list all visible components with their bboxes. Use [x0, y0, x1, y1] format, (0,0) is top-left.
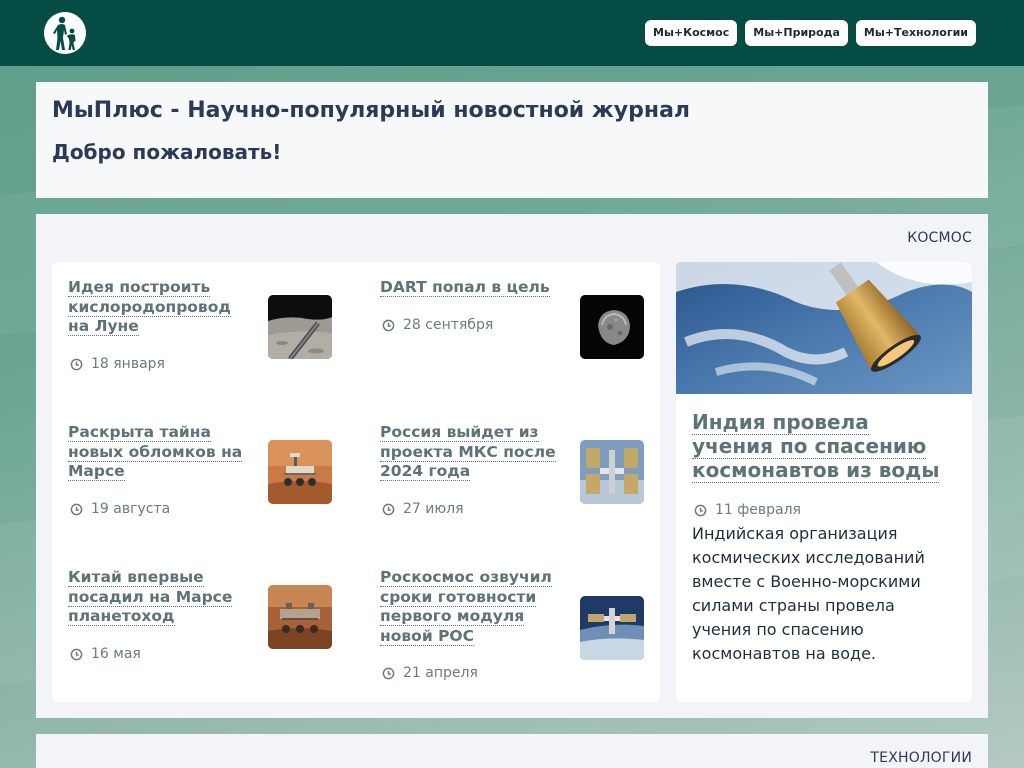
section-label-technology[interactable]: ТЕХНОЛОГИИ [870, 750, 972, 766]
zhurong-rover-thumbnail[interactable] [268, 585, 332, 649]
list-item: Раскрыта тайна новых обломков на Марсе 1… [68, 423, 348, 553]
list-item: Россия выйдет из проекта МКС после 2024 … [380, 423, 660, 553]
article-title-link[interactable]: Китай впервые посадил на Марсе планетохо… [68, 568, 250, 627]
featured-article-description: Индийская организация космических исслед… [692, 524, 925, 663]
article-date: 28 сентября [382, 317, 493, 333]
article-title-link[interactable]: DART попал в цель [380, 278, 562, 298]
article-title-link[interactable]: Россия выйдет из проекта МКС после 2024 … [380, 423, 562, 482]
nav-button-technology[interactable]: Мы+Технологии [855, 20, 976, 46]
intro-card: МыПлюс - Научно-популярный новостной жур… [36, 82, 988, 198]
nav-button-space[interactable]: Мы+Космос [645, 20, 738, 46]
article-date: 16 мая [70, 646, 141, 662]
article-date: 21 апреля [382, 665, 478, 681]
clock-icon [382, 503, 395, 515]
article-date: 18 января [70, 356, 165, 372]
nav-button-nature[interactable]: Мы+Природа [745, 20, 848, 46]
article-title-link[interactable]: Роскосмос озвучил сроки готовности перво… [380, 568, 562, 646]
article-title-link[interactable]: Идея построить кислородопровод на Луне [68, 278, 250, 337]
clock-icon [382, 319, 395, 331]
article-date: 19 августа [70, 501, 170, 517]
technology-section: ТЕХНОЛОГИИ [36, 734, 988, 768]
featured-article-card: Индия провела учения по спасению космона… [676, 262, 972, 702]
mars-rover-thumbnail[interactable] [268, 440, 332, 504]
moon-pipeline-thumbnail[interactable] [268, 295, 332, 359]
article-list-card: Идея построить кислородопровод на Луне 1… [52, 262, 660, 702]
clock-icon [694, 504, 707, 516]
clock-icon [382, 667, 395, 679]
clock-icon [70, 358, 83, 370]
list-item: Роскосмос озвучил сроки готовности перво… [380, 568, 660, 698]
section-nav: Мы+Космос Мы+Природа Мы+Технологии [645, 20, 976, 46]
section-label-space[interactable]: КОСМОС [907, 230, 972, 246]
space-station-thumbnail[interactable] [580, 596, 644, 660]
list-item: Идея построить кислородопровод на Луне 1… [68, 278, 348, 408]
clock-icon [70, 648, 83, 660]
article-title-link[interactable]: Раскрыта тайна новых обломков на Марсе [68, 423, 250, 482]
spacecraft-over-earth-image[interactable] [676, 262, 972, 394]
welcome-heading: Добро пожаловать! [52, 140, 282, 164]
asteroid-thumbnail[interactable] [580, 295, 644, 359]
parent-child-logo-icon[interactable] [44, 12, 86, 54]
list-item: Китай впервые посадил на Марсе планетохо… [68, 568, 348, 698]
list-item: DART попал в цель 28 сентября [380, 278, 660, 408]
article-date: 27 июля [382, 501, 464, 517]
featured-article-title-link[interactable]: Индия провела учения по спасению космона… [692, 410, 956, 483]
top-navbar: Мы+Космос Мы+Природа Мы+Технологии [0, 0, 1024, 66]
clock-icon [70, 503, 83, 515]
featured-article-date: 11 февраля [694, 502, 801, 518]
site-title: МыПлюс - Научно-популярный новостной жур… [52, 98, 691, 123]
space-section: КОСМОС Идея построить кислородопровод на… [36, 214, 988, 718]
iss-thumbnail[interactable] [580, 440, 644, 504]
